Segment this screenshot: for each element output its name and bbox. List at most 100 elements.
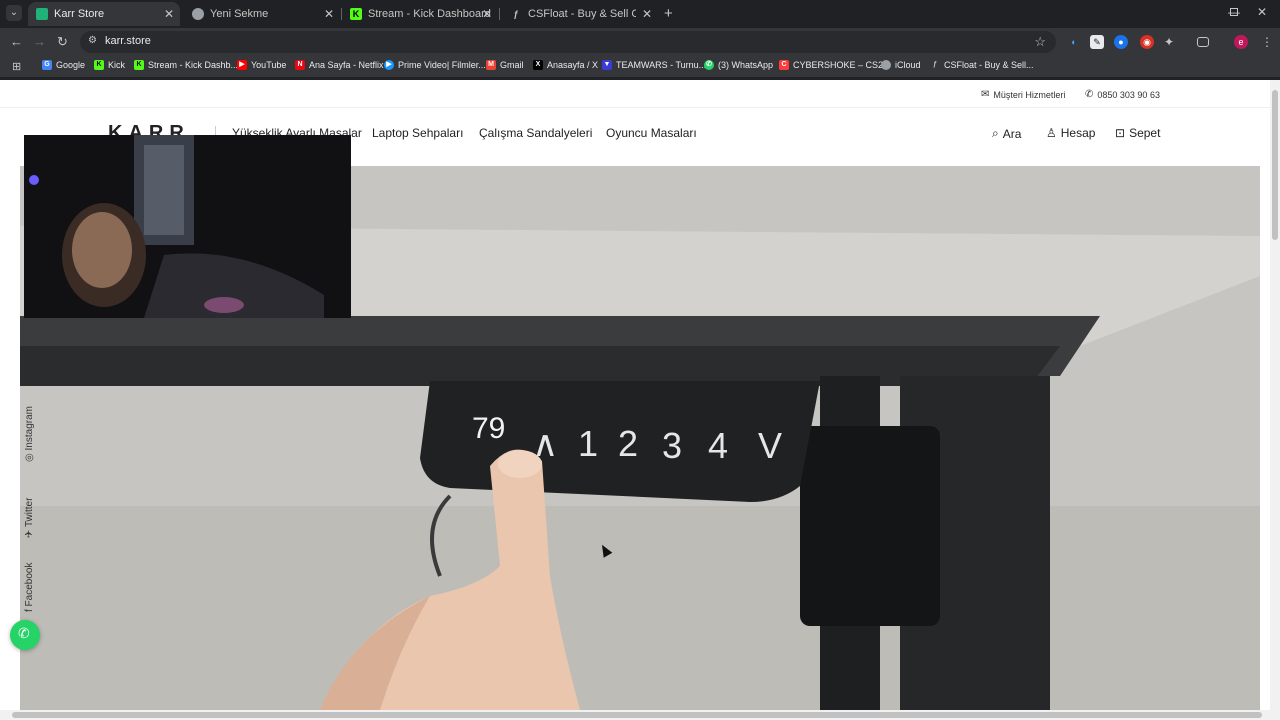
forward-icon[interactable]: → <box>33 34 46 49</box>
close-tab-icon[interactable]: ✕ <box>324 7 334 21</box>
social-twitter[interactable]: ✈ Twitter <box>24 498 35 538</box>
extension-icon[interactable]: ◉ <box>1140 35 1154 49</box>
phone-link[interactable]: ✆ 0850 303 90 63 <box>1085 89 1160 100</box>
teamwars-icon: ▼ <box>602 60 612 70</box>
bookmarks-bar: ⊞ G Google K Kick K Stream - Kick Dashb... … <box>0 56 1280 78</box>
account-label: Hesap <box>1060 126 1096 140</box>
whatsapp-float-button[interactable]: ✆ <box>10 620 40 650</box>
horizontal-scroll-thumb[interactable] <box>12 712 1262 718</box>
vertical-scrollbar[interactable] <box>1270 80 1280 710</box>
bookmark-label: (3) WhatsApp <box>718 60 774 70</box>
whatsapp-icon: ✆ <box>704 60 714 70</box>
extension-icon[interactable]: ◖ <box>1066 35 1080 49</box>
extensions-puzzle-icon[interactable]: ✦ <box>1162 35 1176 49</box>
search-icon: ⌕ <box>992 126 999 140</box>
karr-favicon-icon <box>36 8 48 20</box>
netflix-icon: N <box>295 60 305 70</box>
search-button[interactable]: ⌕ Ara <box>992 126 1021 141</box>
new-tab-icon[interactable]: + <box>664 5 673 22</box>
tab-csfloat[interactable]: ƒ CSFloat - Buy & Sell CS2 Skins ✕ <box>502 2 658 26</box>
vertical-scroll-thumb[interactable] <box>1272 90 1278 240</box>
bookmark-gmail[interactable]: M Gmail <box>486 60 524 70</box>
close-tab-icon[interactable]: ✕ <box>482 7 492 21</box>
bookmark-cybershoke[interactable]: C CYBERSHOKE – CS2... <box>779 60 891 70</box>
whatsapp-icon: ✆ <box>1085 89 1094 100</box>
restore-icon[interactable] <box>1230 8 1238 16</box>
gmail-icon: M <box>486 60 496 70</box>
apple-icon <box>881 60 891 70</box>
nav-work-chairs[interactable]: Çalışma Sandalyeleri <box>479 126 592 140</box>
bookmark-star-icon[interactable]: ☆ <box>1034 34 1046 50</box>
customer-service-link[interactable]: ✉ Müşteri Hizmetleri <box>981 89 1065 100</box>
preset-1-glyph: 1 <box>578 423 598 464</box>
tab-yeni-sekme[interactable]: Yeni Sekme ✕ <box>184 2 340 26</box>
social-facebook[interactable]: f Facebook <box>24 563 35 612</box>
social-instagram[interactable]: ◎ Instagram <box>24 406 35 462</box>
kick-icon: K <box>134 60 144 70</box>
bookmark-teamwars[interactable]: ▼ TEAMWARS - Turnu... <box>602 60 706 70</box>
cart-button[interactable]: ⊡ Sepet <box>1115 126 1160 140</box>
kick-icon: K <box>94 60 104 70</box>
apps-grid-icon[interactable]: ⊞ <box>12 60 21 73</box>
nav-laptop-stands[interactable]: Laptop Sehpaları <box>372 126 463 140</box>
window-close-icon[interactable]: ✕ <box>1257 5 1267 19</box>
customer-service-label: Müşteri Hizmetleri <box>993 89 1066 100</box>
bookmark-google[interactable]: G Google <box>42 60 85 70</box>
bookmark-prime-video[interactable]: ▶ Prime Video| Filmler... <box>384 60 486 70</box>
instagram-icon: ◎ <box>24 450 35 462</box>
tab-title: Yeni Sekme <box>210 8 269 20</box>
control-panel-display: 79 <box>472 412 505 445</box>
x-icon: X <box>533 60 543 70</box>
profile-avatar[interactable]: e <box>1234 35 1248 49</box>
cart-icon: ⊡ <box>1115 126 1126 140</box>
extension-icon[interactable]: ✎ <box>1090 35 1104 49</box>
tab-separator <box>499 8 500 20</box>
menu-icon[interactable]: ⋮ <box>1260 35 1274 49</box>
bookmark-icloud[interactable]: iCloud <box>881 60 921 70</box>
cybershoke-icon: C <box>779 60 789 70</box>
whatsapp-icon: ✆ <box>18 625 30 641</box>
bookmark-youtube[interactable]: ▶ YouTube <box>237 60 286 70</box>
site-topbar: ✉ Müşteri Hizmetleri ✆ 0850 303 90 63 <box>0 80 1270 108</box>
chrome-favicon-icon <box>192 8 204 20</box>
site-info-icon[interactable]: ⚙ <box>88 35 100 47</box>
url-text[interactable]: karr.store <box>105 35 151 47</box>
tab-kick-dashboard[interactable]: K Stream - Kick Dashboard ✕ <box>342 2 498 26</box>
account-button[interactable]: ♙ Hesap <box>1046 126 1095 140</box>
nav-gaming-desks[interactable]: Oyuncu Masaları <box>606 126 697 140</box>
tab-search-icon[interactable] <box>1197 37 1209 47</box>
bookmark-label: Ana Sayfa - Netflix <box>309 60 384 70</box>
height-display: 79 <box>472 412 505 445</box>
back-icon[interactable]: ← <box>10 34 23 49</box>
tab-strip: ⌄ Karr Store ✕ Yeni Sekme ✕ K Stream - K… <box>0 0 1280 28</box>
tab-title: Stream - Kick Dashboard <box>368 8 491 20</box>
bookmark-label: CSFloat - Buy & Sell... <box>944 60 1034 70</box>
down-button-glyph: V <box>758 425 782 466</box>
social-links: ◎ Instagram ✈ Twitter f Facebook <box>24 380 44 710</box>
bookmark-kick-dashboard[interactable]: K Stream - Kick Dashb... <box>134 60 238 70</box>
tab-title: CSFloat - Buy & Sell CS2 Skins <box>528 8 636 20</box>
bookmark-whatsapp[interactable]: ✆ (3) WhatsApp <box>704 60 773 70</box>
csfloat-icon: ƒ <box>933 61 937 68</box>
extension-icon[interactable]: ● <box>1114 35 1128 49</box>
bookmark-label: Gmail <box>500 60 524 70</box>
bookmark-netflix[interactable]: N Ana Sayfa - Netflix <box>295 60 384 70</box>
preset-4-glyph: 4 <box>708 425 728 466</box>
close-tab-icon[interactable]: ✕ <box>164 7 174 21</box>
horizontal-scrollbar[interactable] <box>0 710 1280 720</box>
tab-title: Karr Store <box>54 8 105 20</box>
twitter-icon: ✈ <box>24 527 35 538</box>
bookmark-label: Anasayfa / X <box>547 60 599 70</box>
webcam-overlay <box>24 135 351 318</box>
reload-icon[interactable]: ↻ <box>57 34 68 50</box>
bookmark-kick[interactable]: K Kick <box>94 60 125 70</box>
address-bar[interactable]: ⚙ karr.store ☆ <box>80 31 1056 53</box>
tab-karr-store[interactable]: Karr Store ✕ <box>28 2 180 26</box>
close-tab-icon[interactable]: ✕ <box>642 7 652 21</box>
prime-video-icon: ▶ <box>384 60 394 70</box>
preset-3-glyph: 3 <box>662 425 682 466</box>
mail-icon: ✉ <box>981 89 990 100</box>
tab-search-button[interactable]: ⌄ <box>6 5 22 21</box>
bookmark-csfloat[interactable]: ƒ CSFloat - Buy & Sell... <box>930 60 1034 70</box>
bookmark-x[interactable]: X Anasayfa / X <box>533 60 598 70</box>
